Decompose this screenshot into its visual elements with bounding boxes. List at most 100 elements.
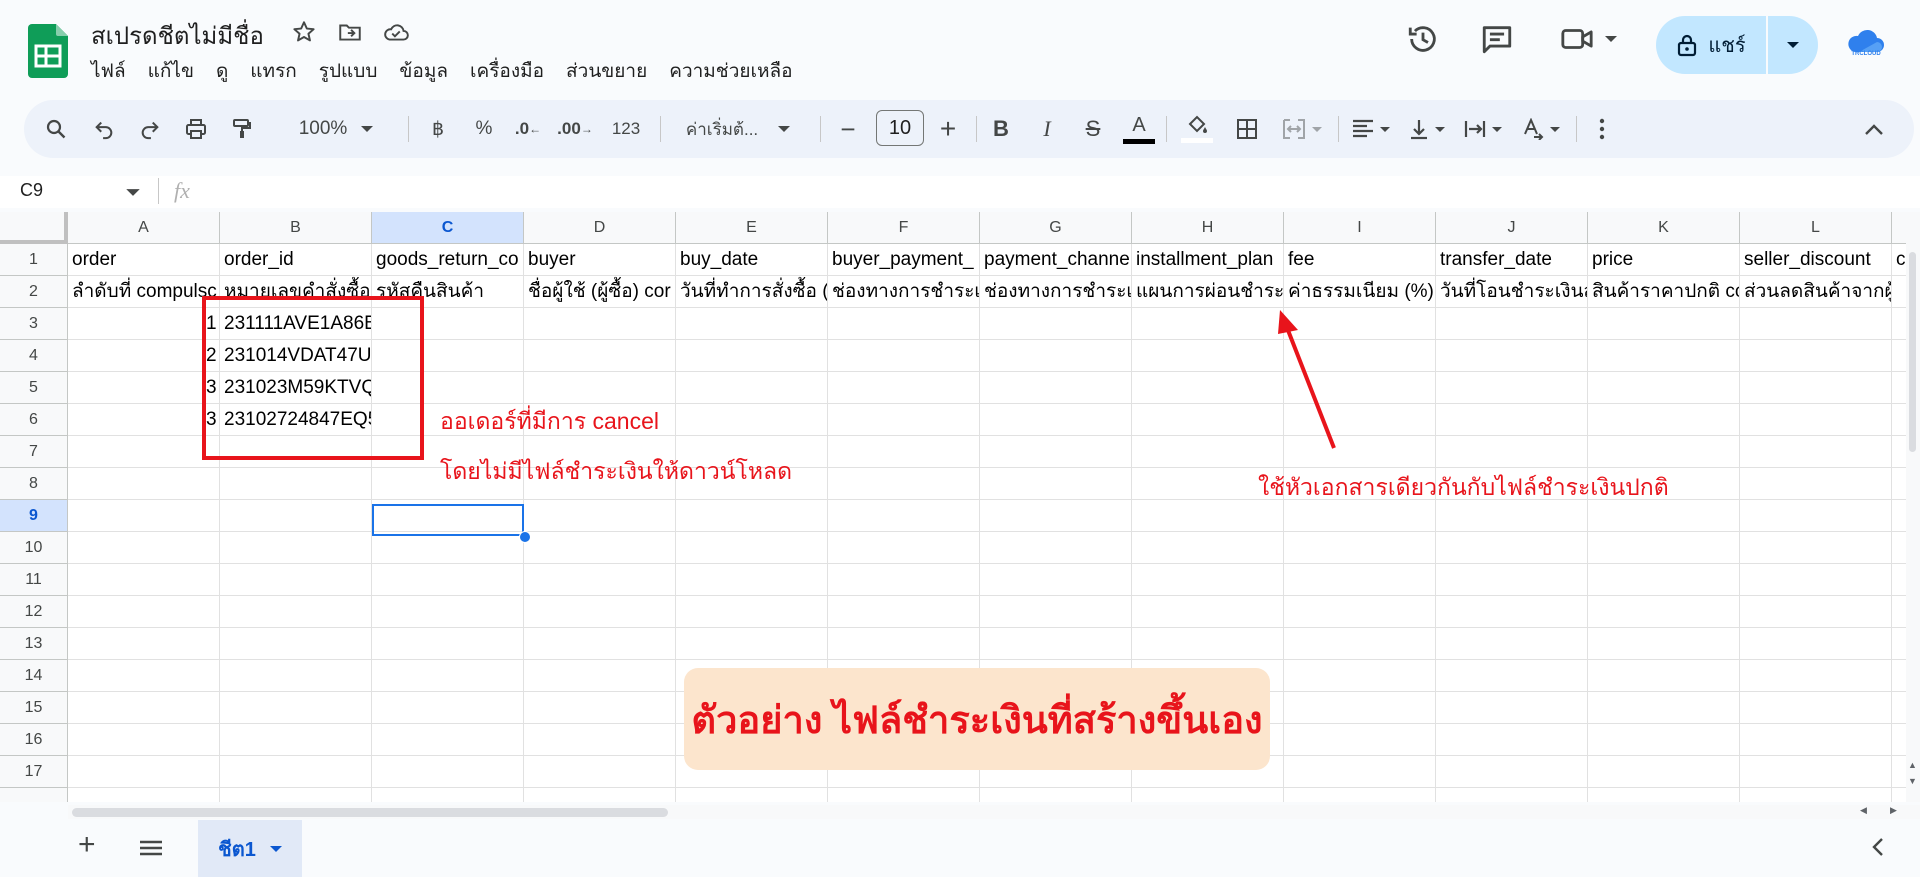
cell-f8[interactable] bbox=[828, 468, 980, 500]
vertical-align-button[interactable] bbox=[1402, 100, 1452, 158]
cell-e4[interactable] bbox=[676, 340, 828, 372]
cell-j11[interactable] bbox=[1436, 564, 1588, 596]
cell-l2[interactable]: ส่วนลดสินค้าจากผู้ bbox=[1740, 276, 1892, 308]
cell-k13[interactable] bbox=[1588, 628, 1740, 660]
cell-j1[interactable]: transfer_date bbox=[1436, 244, 1588, 276]
chevron-down-icon[interactable] bbox=[126, 188, 140, 197]
borders-button[interactable] bbox=[1228, 100, 1266, 158]
horizontal-scroll-thumb[interactable] bbox=[72, 808, 668, 817]
cell-g11[interactable] bbox=[980, 564, 1132, 596]
row-header-11[interactable]: 11 bbox=[0, 564, 68, 596]
cell-b12[interactable] bbox=[220, 596, 372, 628]
text-color-button[interactable]: A bbox=[1120, 100, 1158, 158]
cell-k16[interactable] bbox=[1588, 724, 1740, 756]
cell-b18[interactable] bbox=[220, 788, 372, 802]
cell-a18[interactable] bbox=[68, 788, 220, 802]
cell-c13[interactable] bbox=[372, 628, 524, 660]
cell-b1[interactable]: order_id bbox=[220, 244, 372, 276]
cell-d5[interactable] bbox=[524, 372, 676, 404]
row-header-4[interactable]: 4 bbox=[0, 340, 68, 372]
add-sheet-button[interactable]: + bbox=[78, 828, 96, 862]
cell-k11[interactable] bbox=[1588, 564, 1740, 596]
cell-f4[interactable] bbox=[828, 340, 980, 372]
cell-c12[interactable] bbox=[372, 596, 524, 628]
cell-l3[interactable] bbox=[1740, 308, 1892, 340]
cell-a15[interactable] bbox=[68, 692, 220, 724]
increase-decimal-button[interactable]: .00 → bbox=[554, 100, 596, 158]
select-all-corner[interactable] bbox=[0, 212, 68, 244]
cell-b14[interactable] bbox=[220, 660, 372, 692]
cell-c1[interactable]: goods_return_co bbox=[372, 244, 524, 276]
cell-l6[interactable] bbox=[1740, 404, 1892, 436]
menu-format[interactable]: รูปแบบ bbox=[319, 56, 378, 86]
cell-c17[interactable] bbox=[372, 756, 524, 788]
menu-file[interactable]: ไฟล์ bbox=[91, 56, 126, 86]
cell-e3[interactable] bbox=[676, 308, 828, 340]
cell-f11[interactable] bbox=[828, 564, 980, 596]
cell-a11[interactable] bbox=[68, 564, 220, 596]
cell-g13[interactable] bbox=[980, 628, 1132, 660]
text-rotation-button[interactable] bbox=[1516, 100, 1566, 158]
menu-insert[interactable]: แทรก bbox=[250, 56, 296, 86]
cell-f5[interactable] bbox=[828, 372, 980, 404]
active-cell-c9[interactable] bbox=[372, 504, 524, 536]
sheets-logo-icon[interactable] bbox=[28, 24, 68, 78]
cell-d12[interactable] bbox=[524, 596, 676, 628]
cell-g5[interactable] bbox=[980, 372, 1132, 404]
decrease-decimal-button[interactable]: .0 ← bbox=[510, 100, 546, 158]
cell-f13[interactable] bbox=[828, 628, 980, 660]
cell-k7[interactable] bbox=[1588, 436, 1740, 468]
vertical-scroll-thumb[interactable] bbox=[1909, 252, 1916, 452]
row-header-16[interactable]: 16 bbox=[0, 724, 68, 756]
scroll-left-icon[interactable]: ◀ bbox=[1860, 805, 1867, 816]
cell-k3[interactable] bbox=[1588, 308, 1740, 340]
cell-h12[interactable] bbox=[1132, 596, 1284, 628]
column-header-k[interactable]: K bbox=[1588, 212, 1740, 244]
vertical-scrollbar[interactable]: ▲ ▼ bbox=[1906, 212, 1920, 802]
cell-a6[interactable] bbox=[68, 404, 220, 436]
cell-l18[interactable] bbox=[1740, 788, 1892, 802]
zoom-select[interactable]: 100% bbox=[286, 100, 386, 158]
cell-k1[interactable]: price bbox=[1588, 244, 1740, 276]
cell-b10[interactable] bbox=[220, 532, 372, 564]
cell-b9[interactable] bbox=[220, 500, 372, 532]
row-header-14[interactable]: 14 bbox=[0, 660, 68, 692]
column-header-d[interactable]: D bbox=[524, 212, 676, 244]
cell-i10[interactable] bbox=[1284, 532, 1436, 564]
cell-f18[interactable] bbox=[828, 788, 980, 802]
column-header-b[interactable]: B bbox=[220, 212, 372, 244]
cell-d10[interactable] bbox=[524, 532, 676, 564]
formula-input[interactable] bbox=[210, 180, 1900, 204]
cell-f7[interactable] bbox=[828, 436, 980, 468]
cell-l5[interactable] bbox=[1740, 372, 1892, 404]
cell-j4[interactable] bbox=[1436, 340, 1588, 372]
cell-l16[interactable] bbox=[1740, 724, 1892, 756]
cell-j12[interactable] bbox=[1436, 596, 1588, 628]
cell-g18[interactable] bbox=[980, 788, 1132, 802]
horizontal-scrollbar[interactable]: ◀ ▶ bbox=[68, 805, 1920, 819]
cell-g12[interactable] bbox=[980, 596, 1132, 628]
column-header-f[interactable]: F bbox=[828, 212, 980, 244]
cell-g4[interactable] bbox=[980, 340, 1132, 372]
cell-b17[interactable] bbox=[220, 756, 372, 788]
cell-g6[interactable] bbox=[980, 404, 1132, 436]
all-sheets-button[interactable] bbox=[140, 840, 162, 861]
cell-c16[interactable] bbox=[372, 724, 524, 756]
collapse-toolbar-button[interactable] bbox=[1856, 100, 1892, 158]
cell-c14[interactable] bbox=[372, 660, 524, 692]
menu-extensions[interactable]: ส่วนขยาย bbox=[566, 56, 647, 86]
cell-j17[interactable] bbox=[1436, 756, 1588, 788]
comments-icon[interactable] bbox=[1480, 22, 1514, 61]
cloud-status-icon[interactable] bbox=[382, 18, 410, 46]
cell-j15[interactable] bbox=[1436, 692, 1588, 724]
cell-i14[interactable] bbox=[1284, 660, 1436, 692]
cell-h7[interactable] bbox=[1132, 436, 1284, 468]
column-header-c[interactable]: C bbox=[372, 212, 524, 244]
cell-i16[interactable] bbox=[1284, 724, 1436, 756]
cell-i11[interactable] bbox=[1284, 564, 1436, 596]
cell-a1[interactable]: order bbox=[68, 244, 220, 276]
cell-a16[interactable] bbox=[68, 724, 220, 756]
row-header-3[interactable]: 3 bbox=[0, 308, 68, 340]
cell-d13[interactable] bbox=[524, 628, 676, 660]
cell-c10[interactable] bbox=[372, 532, 524, 564]
